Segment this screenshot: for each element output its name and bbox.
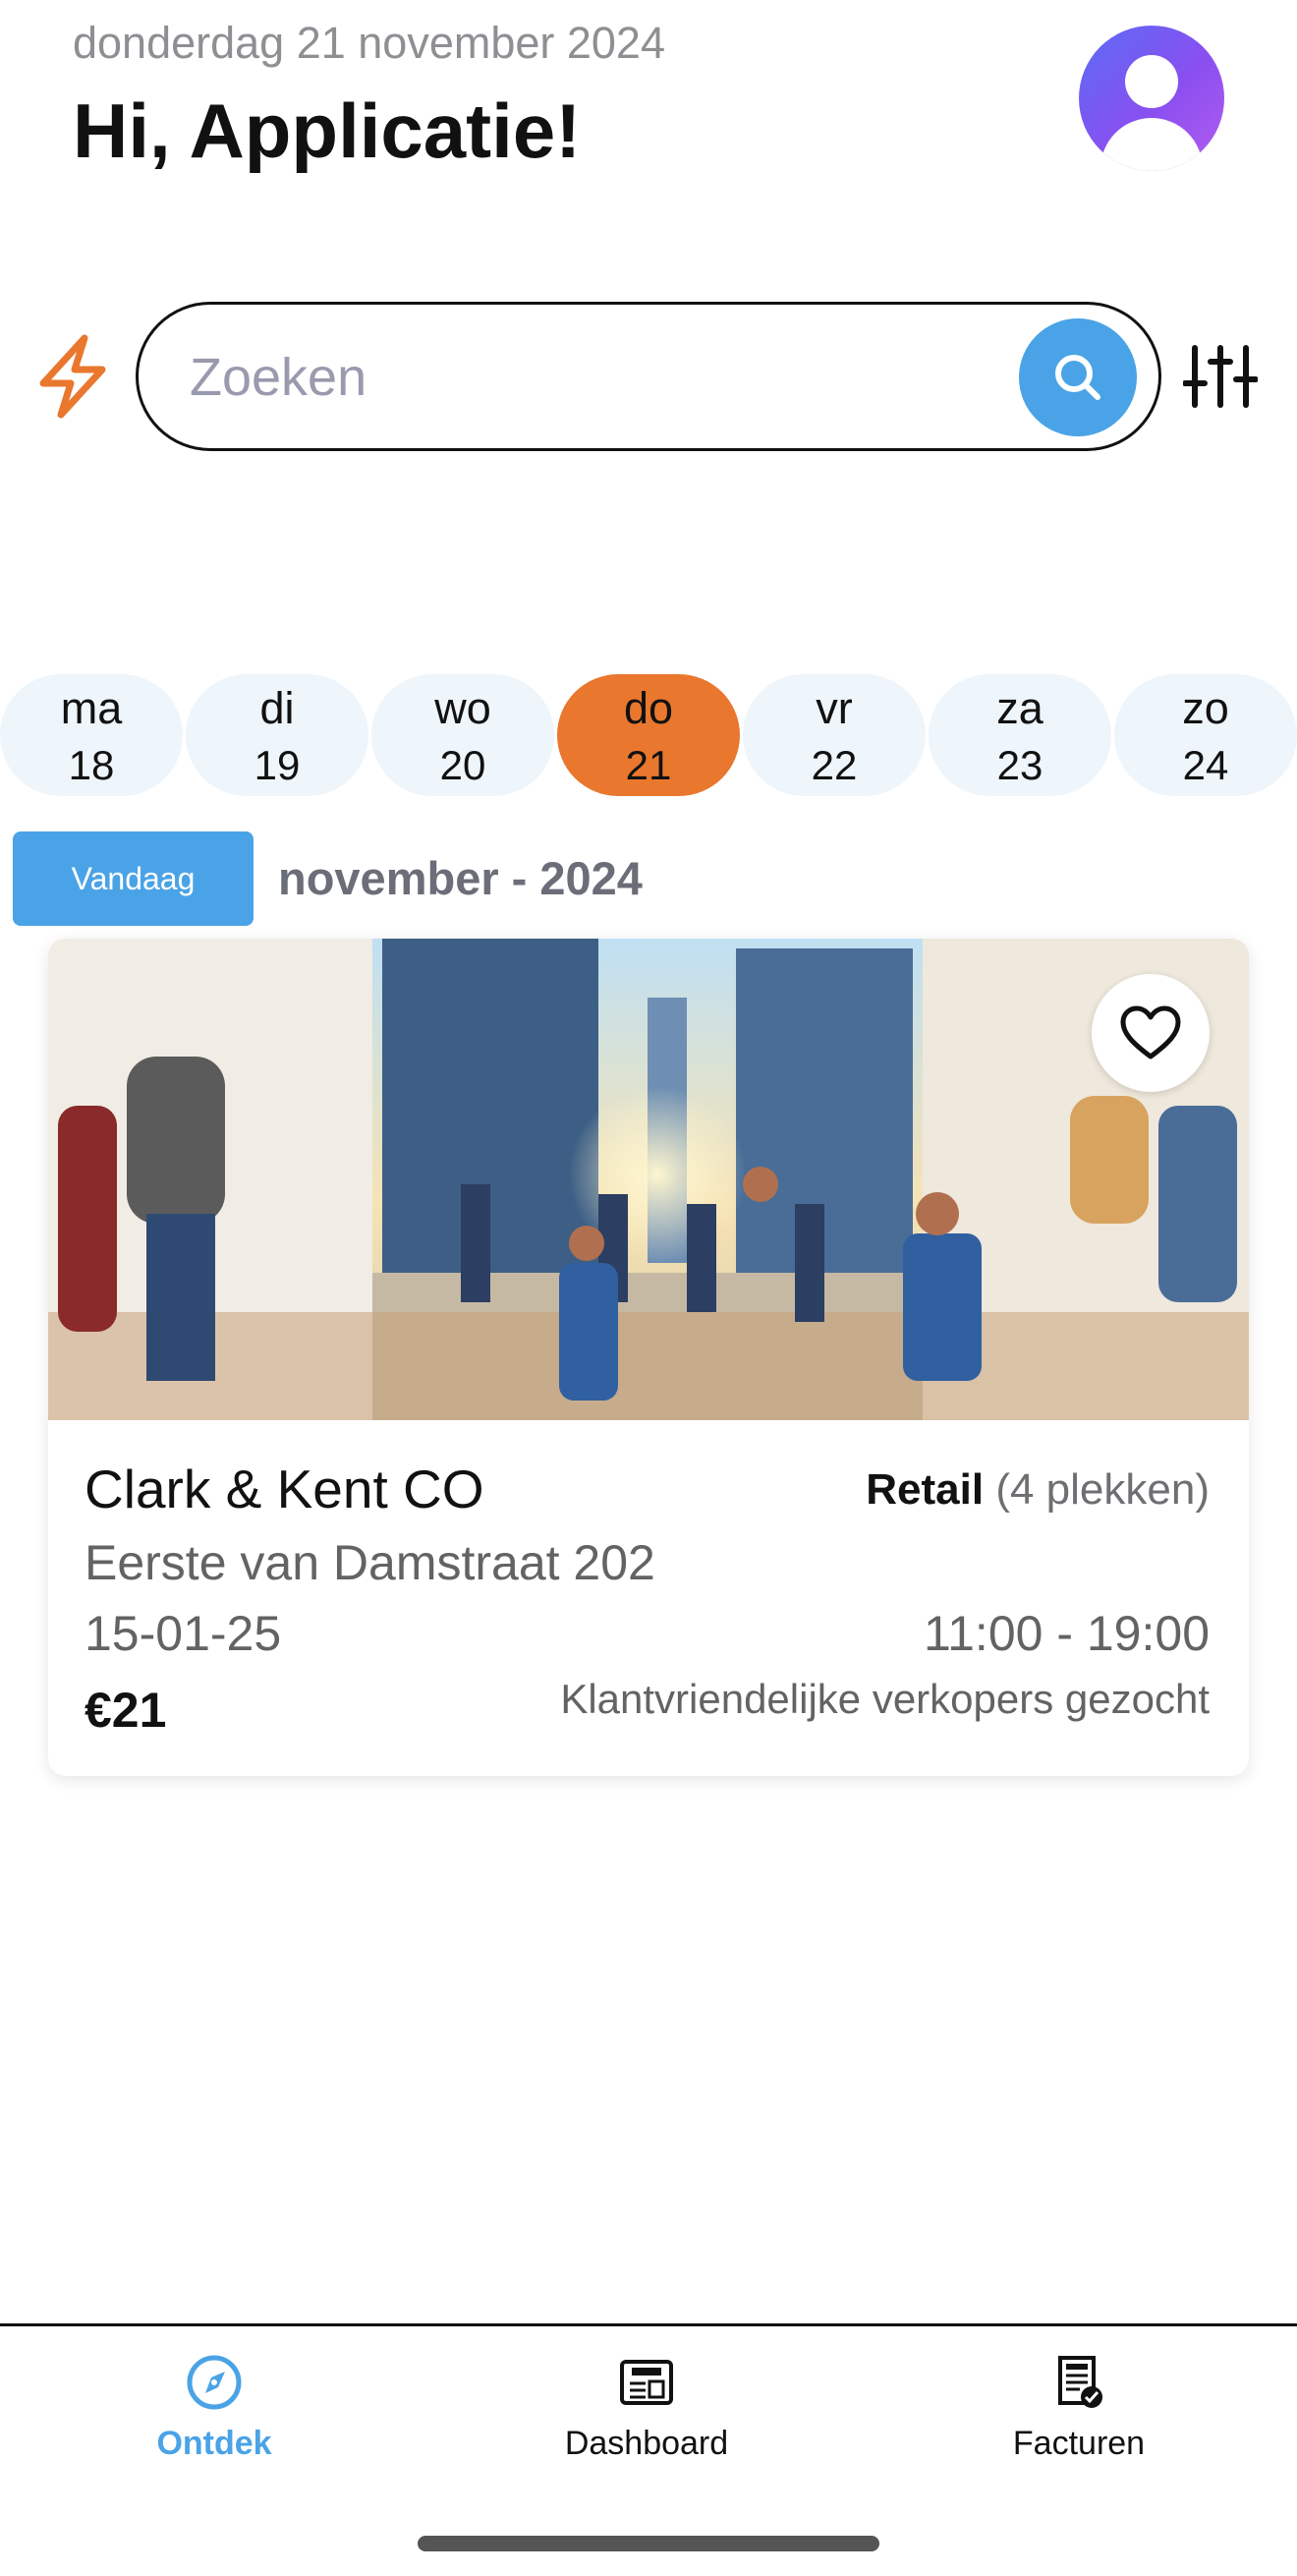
job-category: Retail (4 plekken) (866, 1465, 1210, 1515)
job-card[interactable]: Clark & Kent CO Retail (4 plekken) Eerst… (48, 939, 1249, 1776)
invoice-icon (1058, 2356, 1102, 2408)
greeting-title: Hi, Applicatie! (73, 87, 582, 174)
week-day-selector: ma 18 di 19 wo 20 do 21 vr 22 za 23 zo 2… (0, 674, 1297, 796)
search-input[interactable] (190, 334, 976, 421)
search-button[interactable] (1019, 318, 1137, 436)
tab-label: Facturen (1012, 2425, 1146, 2462)
job-address: Eerste van Damstraat 202 (85, 1535, 655, 1590)
tab-label: Dashboard (564, 2425, 729, 2462)
tab-label: Ontdek (156, 2425, 272, 2462)
day-number: 19 (254, 742, 301, 788)
jobs-newspaper-icon (620, 2360, 673, 2405)
day-number: 22 (811, 742, 858, 788)
spots-count: (4 plekken) (995, 1465, 1210, 1514)
tab-facturen[interactable]: Facturen (931, 2346, 1226, 2484)
day-friday[interactable]: vr 22 (743, 674, 926, 796)
day-number: 24 (1182, 742, 1229, 788)
job-time: 11:00 - 19:00 (924, 1606, 1210, 1661)
day-number: 21 (625, 742, 672, 788)
profile-avatar[interactable] (1079, 26, 1224, 171)
avatar-body (1100, 118, 1203, 171)
current-date: donderdag 21 november 2024 (73, 18, 665, 68)
lightning-bolt-icon[interactable] (33, 332, 112, 421)
search-icon (1055, 355, 1100, 400)
day-number: 23 (996, 742, 1043, 788)
tab-dashboard[interactable]: Dashboard (499, 2346, 794, 2484)
day-monday[interactable]: ma 18 (0, 674, 183, 796)
company-name: Clark & Kent CO (85, 1459, 484, 1519)
job-description: Klantvriendelijke verkopers gezocht (560, 1676, 1210, 1722)
filter-sliders-icon[interactable] (1183, 344, 1258, 409)
compass-icon (187, 2355, 242, 2410)
heart-icon (1120, 1005, 1181, 1059)
day-name: zo (1182, 683, 1229, 733)
job-store-image (48, 939, 1249, 1420)
day-thursday-selected[interactable]: do 21 (557, 674, 740, 796)
search-bar (136, 302, 1161, 451)
avatar-head (1125, 55, 1178, 108)
day-name: do (623, 683, 674, 733)
day-name: vr (816, 683, 853, 733)
job-price: €21 (85, 1683, 167, 1738)
day-saturday[interactable]: za 23 (929, 674, 1111, 796)
today-button[interactable]: Vandaag (13, 831, 254, 926)
day-name: za (996, 683, 1043, 733)
tab-ontdek[interactable]: Ontdek (67, 2346, 362, 2484)
category-label: Retail (866, 1465, 985, 1514)
day-name: ma (60, 683, 123, 733)
month-year-label: november - 2024 (278, 852, 643, 904)
day-number: 18 (68, 742, 115, 788)
day-sunday[interactable]: zo 24 (1114, 674, 1297, 796)
home-indicator (418, 2536, 879, 2551)
day-number: 20 (439, 742, 486, 788)
day-name: wo (434, 683, 491, 733)
day-wednesday[interactable]: wo 20 (371, 674, 554, 796)
job-date: 15-01-25 (85, 1606, 282, 1661)
day-tuesday[interactable]: di 19 (186, 674, 368, 796)
day-name: di (259, 683, 295, 733)
favorite-button[interactable] (1092, 974, 1210, 1092)
